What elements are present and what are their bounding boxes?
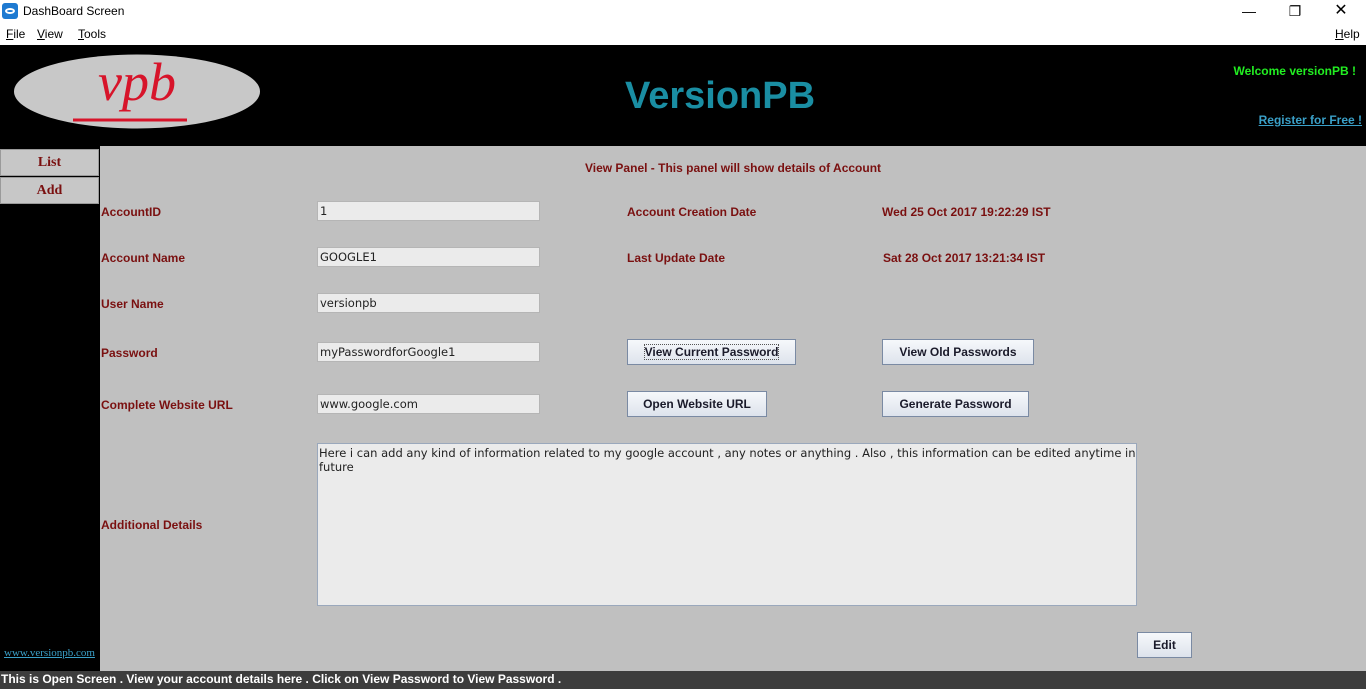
edit-button[interactable]: Edit <box>1137 632 1192 658</box>
creation-date-label: Account Creation Date <box>627 205 757 219</box>
status-bar: This is Open Screen . View your account … <box>0 671 1366 689</box>
account-id-field[interactable]: 1 <box>317 201 540 221</box>
password-label: Password <box>101 346 158 360</box>
creation-date-value: Wed 25 Oct 2017 19:22:29 IST <box>882 205 1051 219</box>
register-link[interactable]: Register for Free ! <box>1259 113 1362 127</box>
view-current-password-label: View Current Password <box>643 344 780 360</box>
vpb-logo: vpb <box>14 54 260 129</box>
website-url-label: Complete Website URL <box>101 398 233 412</box>
view-old-passwords-button[interactable]: View Old Passwords <box>882 339 1034 365</box>
additional-details-label: Additional Details <box>101 518 203 532</box>
update-date-value: Sat 28 Oct 2017 13:21:34 IST <box>883 251 1046 265</box>
generate-password-button[interactable]: Generate Password <box>882 391 1029 417</box>
account-name-label: Account Name <box>101 251 186 265</box>
view-current-password-button[interactable]: View Current Password <box>627 339 796 365</box>
app-name: VersionPB <box>624 75 816 117</box>
open-website-url-button[interactable]: Open Website URL <box>627 391 767 417</box>
website-url-field[interactable]: www.google.com <box>317 394 540 414</box>
menu-help[interactable]: Help <box>1335 27 1360 41</box>
menu-file[interactable]: File <box>6 27 25 41</box>
welcome-message: Welcome versionPB ! <box>1233 64 1356 78</box>
window-title: DashBoard Screen <box>23 4 125 18</box>
sidebar-item-list[interactable]: List <box>0 149 99 176</box>
account-name-field[interactable]: GOOGLE1 <box>317 247 540 267</box>
update-date-label: Last Update Date <box>627 251 726 265</box>
minimize-icon[interactable]: — <box>1226 0 1272 24</box>
additional-details-textarea[interactable]: Here i can add any kind of information r… <box>317 443 1137 606</box>
panel-title: View Panel - This panel will show detail… <box>584 161 882 175</box>
header-banner: vpb VersionPB Welcome versionPB ! Regist… <box>0 45 1366 146</box>
account-id-label: AccountID <box>101 205 161 219</box>
user-name-field[interactable]: versionpb <box>317 293 540 313</box>
sidebar: List Add www.versionpb.com <box>0 146 100 671</box>
password-field[interactable]: myPasswordforGoogle1 <box>317 342 540 362</box>
app-icon <box>2 3 18 19</box>
restore-icon[interactable]: ❐ <box>1272 0 1318 24</box>
close-icon[interactable]: ✕ <box>1318 0 1364 24</box>
sidebar-item-add[interactable]: Add <box>0 177 99 204</box>
website-link[interactable]: www.versionpb.com <box>4 647 95 659</box>
user-name-label: User Name <box>101 297 164 311</box>
menu-view[interactable]: View <box>37 27 63 41</box>
menu-tools[interactable]: Tools <box>78 27 106 41</box>
logo-text: vpb <box>98 54 176 112</box>
menu-bar: File View Tools Help <box>0 24 1366 45</box>
title-bar: DashBoard Screen — ❐ ✕ <box>0 0 1366 24</box>
view-panel: View Panel - This panel will show detail… <box>100 146 1366 671</box>
